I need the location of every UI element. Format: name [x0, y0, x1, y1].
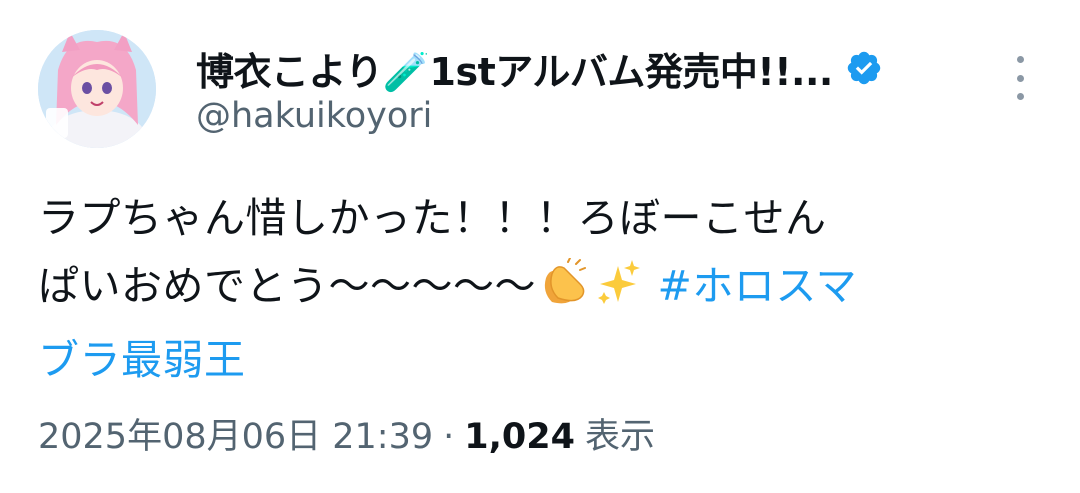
tweet-card: 博衣こより🧪1stアルバム発売中!!... @hakuikoyori ラプちゃん… [0, 0, 1080, 493]
tweet-line-2-text: ぱいおめでとう〜〜〜〜〜 [38, 262, 536, 310]
tweet-line-2: ぱいおめでとう〜〜〜〜〜 #ホロスマ [38, 252, 1038, 326]
author-handle[interactable]: @hakuikoyori [196, 96, 432, 136]
views-label: 表示 [585, 417, 656, 457]
sparkles-icon [596, 258, 642, 326]
timestamp[interactable]: 2025年08月06日 21:39 [38, 408, 433, 459]
verified-badge-icon [845, 49, 883, 87]
tweet-text: ラプちゃん惜しかった！！！ろぼーこせん ぱいおめでとう〜〜〜〜〜 #ホロスマ ブ… [38, 184, 1038, 394]
clapping-hands-icon [538, 257, 592, 326]
display-name[interactable]: 博衣こより🧪1stアルバム発売中!!... [196, 41, 833, 96]
hashtag-link[interactable]: #ホロスマ [658, 262, 858, 310]
tweet-line-1: ラプちゃん惜しかった！！！ろぼーこせん [38, 194, 827, 242]
views-count: 1,024 [464, 417, 575, 457]
avatar[interactable] [38, 30, 156, 148]
more-options-icon[interactable] [1006, 56, 1034, 100]
hashtag-link-continued[interactable]: ブラ最弱王 [38, 336, 246, 384]
meta-separator: · [443, 417, 455, 457]
tweet-line-3: ブラ最弱王 [38, 326, 1038, 394]
tweet-meta: 2025年08月06日 21:39 · 1,024 表示 [38, 408, 655, 459]
avatar-image [38, 30, 156, 148]
author-name-row[interactable]: 博衣こより🧪1stアルバム発売中!!... [196, 40, 883, 96]
